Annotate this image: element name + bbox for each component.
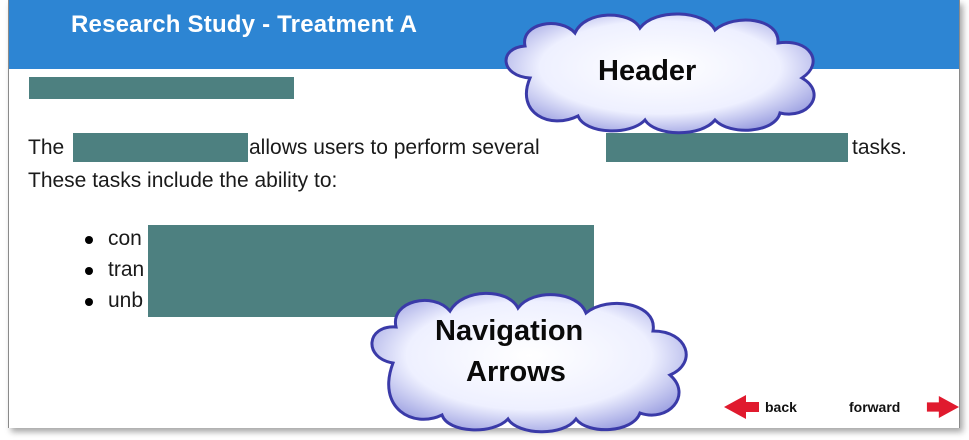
bullet-marker [85, 236, 93, 244]
list-item: con [108, 227, 142, 250]
bullet-marker [85, 267, 93, 275]
paragraph-text-end: tasks. [852, 136, 907, 159]
redacted-product-name [73, 133, 248, 162]
back-label: back [765, 399, 797, 415]
header-callout-label: Header [598, 55, 697, 87]
left-arrow-icon [724, 395, 759, 419]
paragraph-text-middle: allows users to perform several [249, 136, 540, 159]
list-item: tran [108, 258, 145, 281]
forward-label: forward [849, 399, 901, 415]
header-title: Research Study - Treatment A [71, 11, 418, 38]
navigation-callout-line2: Arrows [466, 356, 566, 388]
bullet-marker [85, 298, 93, 306]
paragraph-text-start: The [28, 136, 65, 159]
paragraph-line-2: These tasks include the ability to: [28, 169, 338, 192]
redacted-page-heading [29, 77, 294, 99]
navigation-callout-line1: Navigation [435, 315, 584, 347]
right-arrow-icon [926, 396, 959, 418]
list-item: unb [108, 289, 144, 312]
